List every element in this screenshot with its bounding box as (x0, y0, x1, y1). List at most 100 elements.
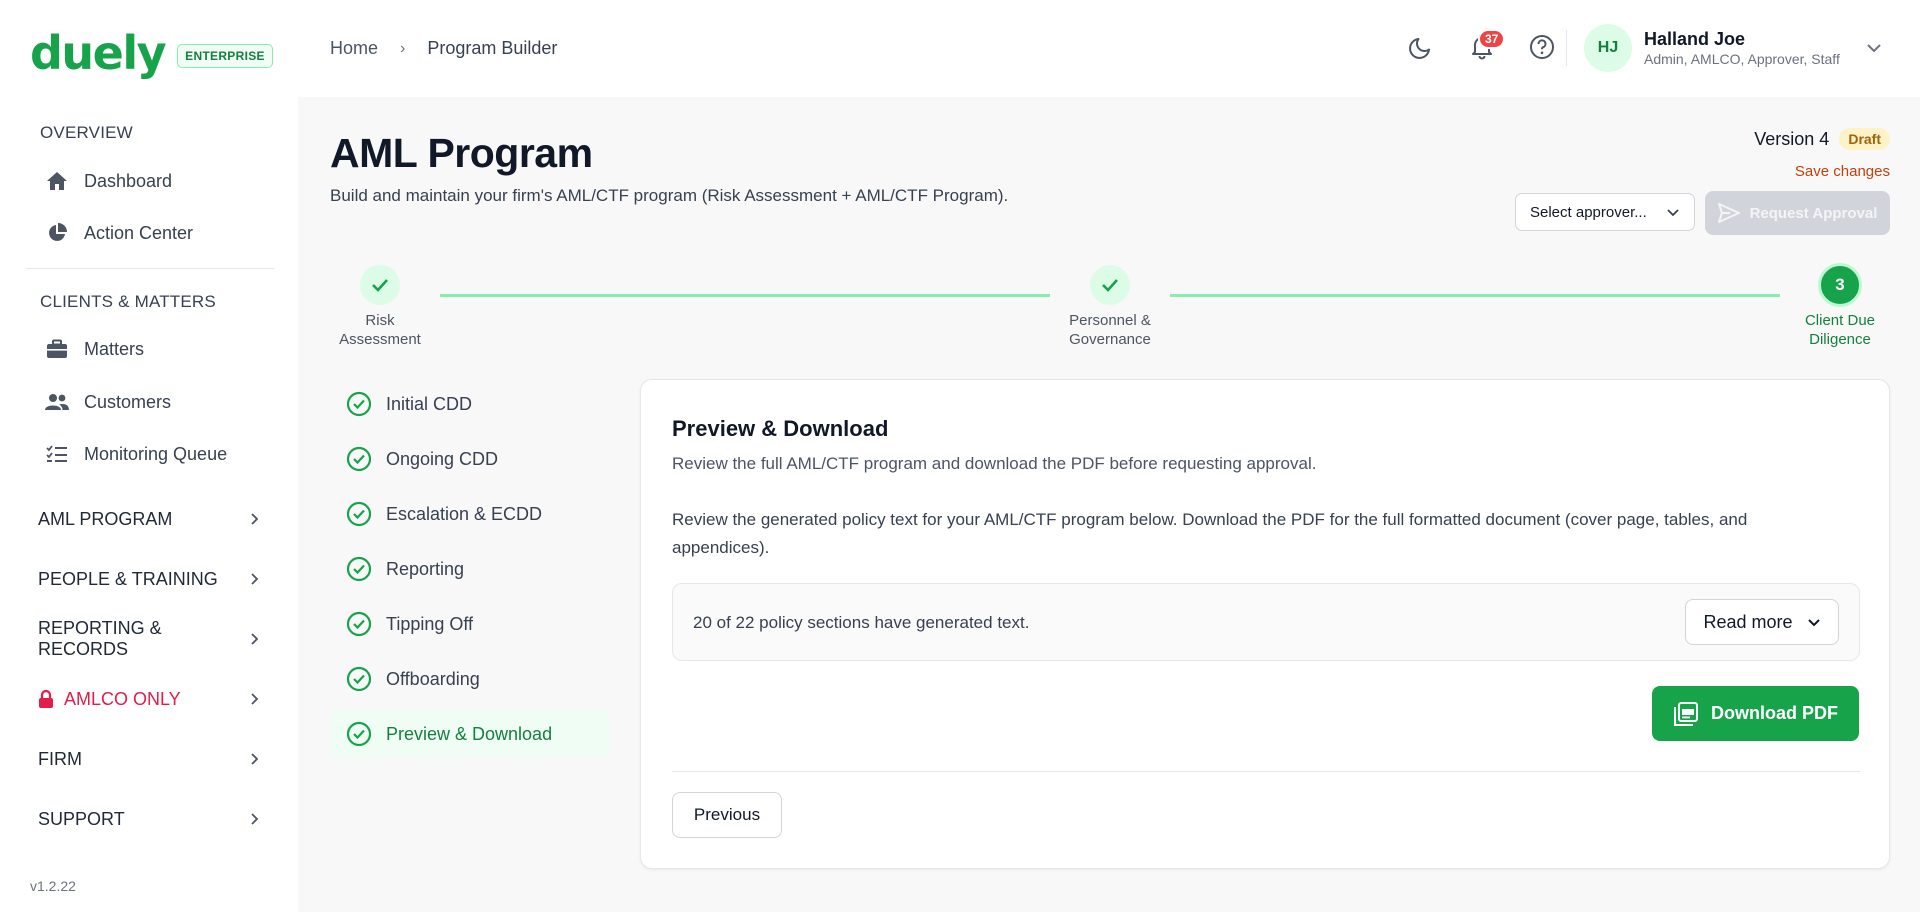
breadcrumb-current: Program Builder (427, 38, 558, 58)
sidebar-group-aml-program[interactable]: AML PROGRAM (38, 504, 264, 534)
sidebar-group-firm[interactable]: FIRM (38, 744, 264, 774)
step-done-indicator (360, 265, 400, 305)
sidebar-item-monitoring-queue[interactable]: Monitoring Queue (44, 439, 227, 469)
sidebar-item-dashboard[interactable]: Dashboard (44, 166, 172, 196)
status-badge: Draft (1839, 128, 1890, 150)
subnav-item-escalation-ecdd[interactable]: Escalation & ECDD (330, 490, 610, 538)
header-divider (1566, 30, 1567, 66)
group-label: PEOPLE & TRAINING (38, 568, 218, 589)
group-label-wrap: AMLCO ONLY (38, 689, 181, 710)
step-client-due-diligence[interactable]: 3 Client Due Diligence (1785, 263, 1895, 349)
user-menu-toggle[interactable] (1864, 38, 1884, 58)
breadcrumb-separator: › (400, 39, 406, 57)
subnav-item-ongoing-cdd[interactable]: Ongoing CDD (330, 435, 610, 483)
brand-logo[interactable]: duely ENTERPRISE (30, 28, 273, 78)
step-label: Personnel & Governance (1055, 311, 1165, 349)
sidebar-divider (26, 268, 274, 269)
logo-text: duely (30, 26, 167, 80)
breadcrumb-home[interactable]: Home (330, 38, 378, 59)
download-pdf-button[interactable]: Download PDF (1652, 686, 1859, 741)
sidebar-item-action-center[interactable]: Action Center (44, 218, 193, 248)
subnav-item-tipping-off[interactable]: Tipping Off (330, 600, 610, 648)
subnav-label: Tipping Off (386, 613, 474, 634)
read-more-label: Read more (1703, 611, 1793, 632)
chevron-down-icon (1807, 618, 1821, 627)
save-changes-link[interactable]: Save changes (1795, 163, 1890, 180)
check-circle-icon (346, 721, 372, 747)
group-label: FIRM (38, 748, 82, 769)
step-connector (1170, 294, 1780, 297)
overview-heading: OVERVIEW (40, 123, 133, 142)
version-info: Version 4 Draft (1754, 128, 1890, 150)
approver-select-value: Select approver... (1530, 203, 1647, 221)
previous-button[interactable]: Previous (672, 792, 782, 838)
sidebar-item-label: Customers (84, 391, 172, 412)
check-circle-icon (346, 446, 372, 472)
group-label: AMLCO ONLY (64, 688, 181, 709)
policy-status-text: 20 of 22 policy sections have generated … (693, 613, 1030, 632)
user-avatar[interactable]: HJ (1584, 24, 1632, 72)
sidebar-group-reporting-records[interactable]: REPORTING & RECORDS (38, 618, 264, 659)
request-approval-label: Request Approval (1749, 204, 1878, 222)
step-risk-assessment[interactable]: Risk Assessment (325, 265, 435, 349)
subnav-label: Reporting (386, 558, 465, 579)
sidebar-item-matters[interactable]: Matters (44, 334, 144, 364)
check-icon (1100, 277, 1120, 293)
briefcase-icon (44, 338, 70, 360)
sidebar-group-support[interactable]: SUPPORT (38, 804, 264, 834)
pie-chart-icon (44, 222, 70, 244)
help-button[interactable] (1527, 32, 1557, 62)
step-label-line: Diligence (1809, 331, 1871, 348)
subnav-label: Ongoing CDD (386, 448, 499, 469)
card-title: Preview & Download (672, 416, 889, 441)
chevron-right-icon (246, 750, 264, 768)
subnav-item-preview-download[interactable]: Preview & Download (330, 710, 610, 758)
chevron-right-icon (247, 630, 264, 648)
subnav-item-offboarding[interactable]: Offboarding (330, 655, 610, 703)
subnav-label: Offboarding (386, 668, 480, 689)
preview-download-card: Preview & Download Review the full AML/C… (640, 379, 1890, 869)
check-circle-icon (346, 611, 372, 637)
sidebar-group-amlco-only[interactable]: AMLCO ONLY (38, 684, 264, 714)
check-icon (370, 277, 390, 293)
sidebar-item-label: Matters (84, 338, 145, 359)
pdf-file-icon (1673, 701, 1699, 727)
subnav-item-reporting[interactable]: Reporting (330, 545, 610, 593)
read-more-button[interactable]: Read more (1685, 599, 1839, 645)
step-label-line: Client Due (1804, 312, 1876, 329)
users-icon (44, 391, 70, 413)
page-subtitle: Build and maintain your firm's AML/CTF p… (330, 186, 1009, 205)
version-label: Version 4 (1754, 128, 1830, 149)
card-subtitle: Review the full AML/CTF program and down… (672, 454, 1317, 473)
app-version: v1.2.22 (30, 878, 76, 894)
notification-count-badge: 37 (1478, 29, 1506, 49)
user-roles: Admin, AMLCO, Approver, Staff (1644, 51, 1840, 67)
enterprise-badge: ENTERPRISE (177, 44, 273, 68)
step-label-line: Risk (365, 312, 395, 329)
chevron-right-icon (246, 510, 264, 528)
policy-status-box: 20 of 22 policy sections have generated … (672, 583, 1860, 661)
check-circle-icon (346, 666, 372, 692)
chevron-right-icon (246, 570, 264, 588)
step-label: Client Due Diligence (1785, 311, 1895, 349)
request-approval-button[interactable]: Request Approval (1705, 191, 1890, 235)
check-circle-icon (346, 501, 372, 527)
moon-icon (1408, 34, 1434, 60)
group-label: SUPPORT (38, 808, 125, 829)
sidebar-group-people-training[interactable]: PEOPLE & TRAINING (38, 564, 264, 594)
step-personnel-governance[interactable]: Personnel & Governance (1055, 265, 1165, 349)
step-label-line: Personnel & (1069, 312, 1151, 329)
sidebar: duely ENTERPRISE OVERVIEW Dashboard Acti… (0, 0, 298, 912)
dark-mode-toggle[interactable] (1406, 32, 1436, 62)
step-connector (440, 294, 1050, 297)
approver-select[interactable]: Select approver... (1515, 193, 1695, 231)
step-label-line: Governance (1069, 331, 1151, 348)
subnav-label: Escalation & ECDD (386, 503, 543, 524)
subnav-label: Initial CDD (386, 393, 473, 414)
sidebar-item-customers[interactable]: Customers (44, 387, 171, 417)
chevron-down-icon (1866, 43, 1882, 53)
subnav-item-initial-cdd[interactable]: Initial CDD (330, 380, 610, 428)
chevron-right-icon (246, 690, 264, 708)
download-pdf-label: Download PDF (1711, 703, 1838, 723)
user-name[interactable]: Halland Joe (1644, 29, 1745, 50)
